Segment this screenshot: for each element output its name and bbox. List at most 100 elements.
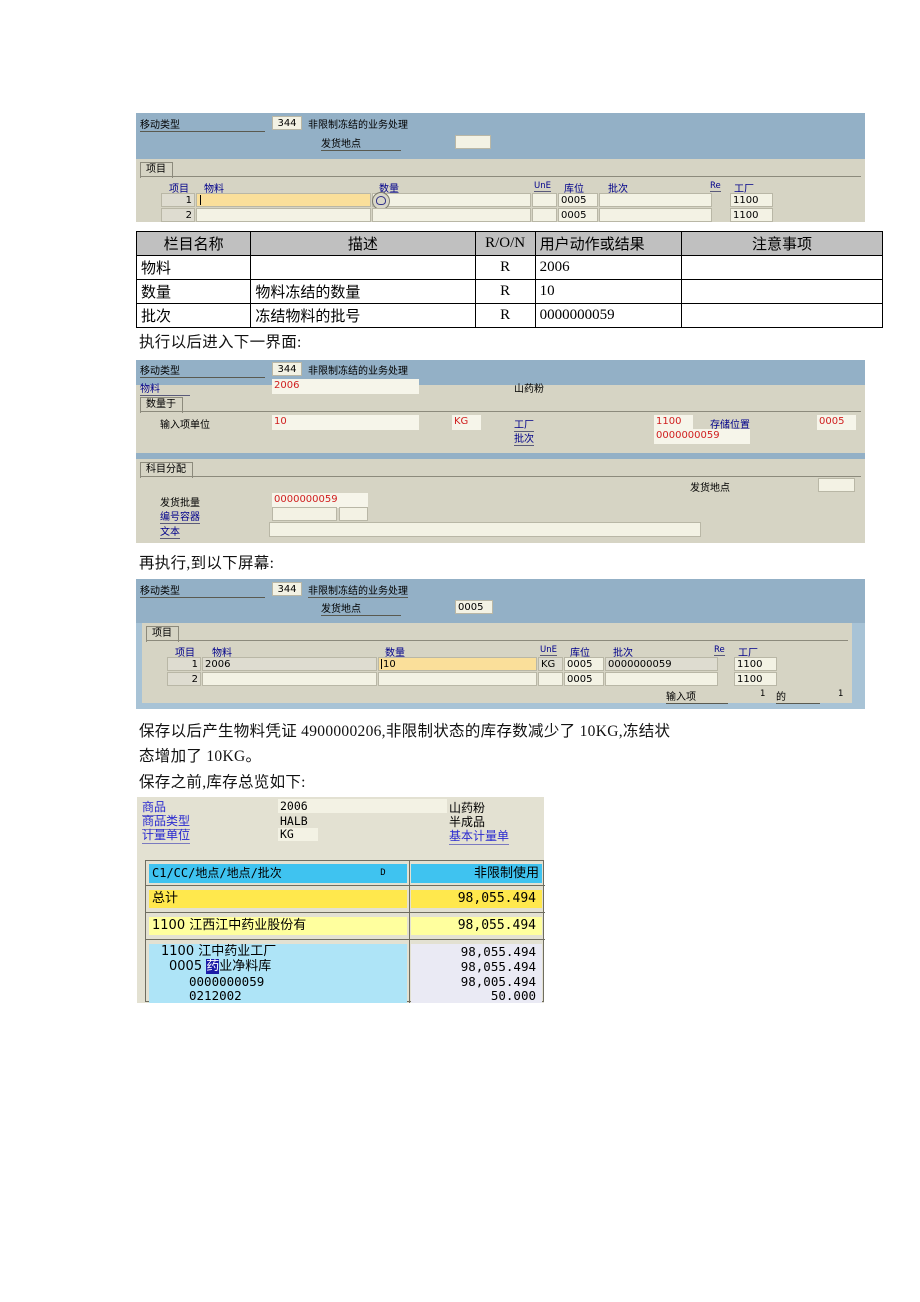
storage-location-value[interactable]: 0005 [817,415,856,430]
paragraph-line-3: 保存之前,库存总览如下: [139,770,306,792]
text-cursor [381,659,382,669]
row2-batch[interactable] [599,208,712,222]
movement-type-label: 移动类型 [140,116,265,132]
batch-label: 批次 [514,430,534,446]
container-number-input-1[interactable] [272,507,337,521]
row2-sloc[interactable]: 0005 [558,208,598,222]
cell-ron: R [475,256,535,280]
cell-note [682,256,883,280]
issue-batch-label: 发货批量 [160,494,200,509]
movement-type-value[interactable]: 344 [272,582,302,596]
th-description: 描述 [251,232,475,256]
caption-execute-again: 再执行,到以下屏幕: [139,551,274,573]
footer-of-label: 的 [776,688,820,704]
row2-plant[interactable]: 1100 [730,208,773,222]
grid-row-batch-label: 0212002 [149,989,407,1003]
grid-header-unrestricted: 非限制使用 [411,864,542,883]
grid-row-sloc-code: 0005 [169,959,206,974]
movement-type-value[interactable]: 344 [272,362,302,376]
row2-qty-input[interactable] [372,208,531,222]
row1-material[interactable]: 2006 [202,657,377,671]
grid-row-sloc-rest: 业净料库 [219,959,271,974]
issue-location-value[interactable]: 0005 [455,600,493,614]
text-input[interactable] [269,522,701,537]
row1-batch[interactable]: 0000000059 [605,657,718,671]
row1-plant[interactable]: 1100 [730,193,773,207]
footer-total-entries: 1 [838,689,843,699]
stock-base-uom-label: 基本计量单 [449,827,509,845]
entry-uom[interactable]: KG [452,415,481,430]
tab-underline [146,640,848,641]
text-cursor [200,195,201,205]
row1-qty-input[interactable] [372,193,531,207]
row1-material-input[interactable] [196,193,371,207]
grid-row-plant-label: 1100 江中药业工厂 [149,944,407,959]
row2-batch[interactable] [605,672,718,686]
footer-entry-label: 输入项 [666,688,728,704]
row2-une[interactable] [538,672,563,686]
th-ron: R/O/N [475,232,535,256]
sap-screen-item-overview: 移动类型 344 非限制冻结的业务处理 发货地点 0005 项目 项目 物料 数… [136,579,865,709]
container-number-input-2[interactable] [339,507,368,521]
table-header-row: 栏目名称 描述 R/O/N 用户动作或结果 注意事项 [137,232,883,256]
th-note: 注意事项 [682,232,883,256]
th-action: 用户动作或结果 [535,232,681,256]
row2-material-input[interactable] [196,208,371,222]
material-value[interactable]: 2006 [272,379,419,394]
row1-sloc[interactable]: 0005 [558,193,598,207]
tab-account-underline [140,476,861,477]
row1-une[interactable] [532,193,557,207]
stock-overview-panel: 商品 2006 山药粉 商品类型 HALB 半成品 计量单位 KG 基本计量单 … [137,797,544,1003]
material-label: 物料 [140,380,190,396]
field-description-table: 栏目名称 描述 R/O/N 用户动作或结果 注意事项 物料 R 2006 数量 … [136,231,883,328]
grid-header-d: D [359,864,407,883]
row1-batch[interactable] [599,193,712,207]
grid-row-sloc-selected-text: 药 [206,959,219,974]
table-row: 批次 冻结物料的批号 R 0000000059 [137,304,883,328]
cell-action: 10 [535,280,681,304]
cell-field-name: 数量 [137,280,251,304]
row1-plant[interactable]: 1100 [734,657,777,671]
grid-separator [146,885,545,886]
caption-next-screen: 执行以后进入下一界面: [139,330,302,352]
row2-material[interactable] [202,672,377,686]
row2-une[interactable] [532,208,557,222]
row1-item: 1 [167,657,201,671]
stock-uom-value[interactable]: KG [278,828,318,841]
issue-location-input[interactable] [818,478,855,492]
grid-row-batch-label: 0000000059 [149,974,407,989]
movement-type-value[interactable]: 344 [272,116,302,130]
table-row: 物料 R 2006 [137,256,883,280]
grid-row-batch-value: 50.000 [411,989,542,1003]
row1-qty-input[interactable]: 10 [378,657,537,671]
cell-ron: R [475,280,535,304]
row2-item: 2 [161,208,195,222]
col-une: UnE [534,181,551,192]
issue-location-input[interactable] [455,135,491,149]
row1-une[interactable]: KG [538,657,563,671]
tab-quantity-underline [140,411,861,412]
entry-unit-label: 输入项单位 [160,416,210,431]
document-page: 移动类型 344 非限制冻结的业务处理 发货地点 项目 项目 物料 数量 UnE… [0,0,920,1302]
movement-type-label: 移动类型 [140,362,265,378]
grid-row-sloc-value: 98,055.494 [411,959,542,974]
cell-action: 0000000059 [535,304,681,328]
paragraph-line-2: 态增加了 10KG。 [139,744,261,766]
movement-type-text: 非限制冻结的业务处理 [308,362,408,377]
entry-unit-input[interactable]: 10 [272,415,419,430]
row2-qty-input[interactable] [378,672,537,686]
issue-batch-value[interactable]: 0000000059 [272,493,368,508]
cell-field-name: 批次 [137,304,251,328]
stock-grid: C1/CC/地点/地点/批次 D 非限制使用 总计 98,055.494 110… [145,860,544,1002]
row2-plant[interactable]: 1100 [734,672,777,686]
text-label: 文本 [160,523,180,539]
th-field-name: 栏目名称 [137,232,251,256]
cell-action: 2006 [535,256,681,280]
stock-material-value[interactable]: 2006 [278,799,447,813]
issue-location-label: 发货地点 [321,135,401,151]
row1-sloc[interactable]: 0005 [564,657,604,671]
plant-value[interactable]: 1100 [654,415,693,430]
batch-value[interactable]: 0000000059 [654,429,750,444]
row2-sloc[interactable]: 0005 [564,672,604,686]
movement-type-label: 移动类型 [140,582,265,598]
